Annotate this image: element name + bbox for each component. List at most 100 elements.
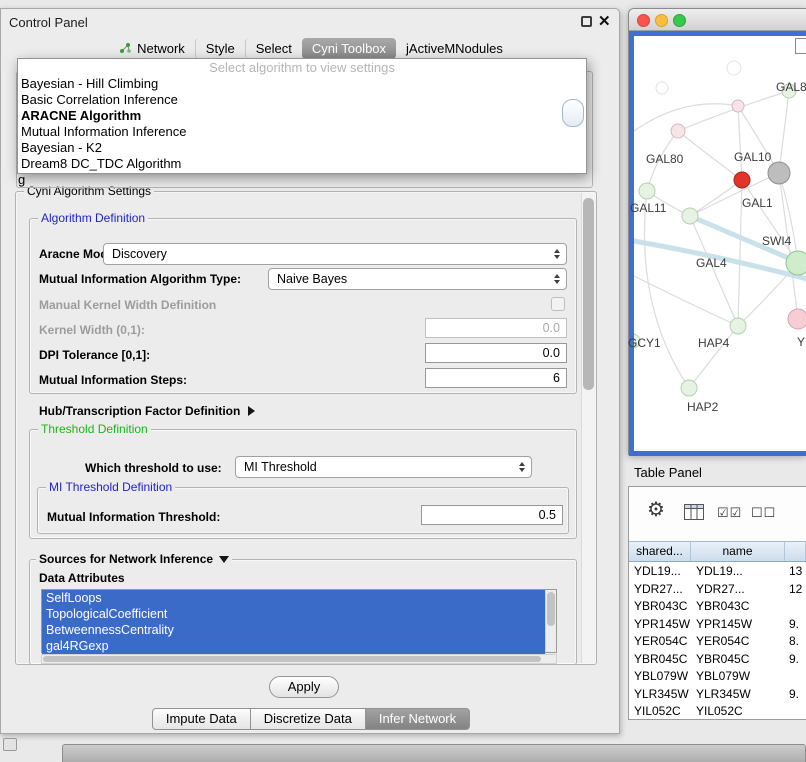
cell-shared: YBR043C (629, 598, 691, 616)
table-row[interactable]: YDR27...YDR27...12 (629, 581, 806, 599)
table-row[interactable]: YER054CYER054C8. (629, 633, 806, 651)
table-panel: ⚙ ☑☑ ☐☐ shared... name YDL19...YDL19...1… (628, 486, 806, 720)
occluded-label-fragment: g (18, 172, 25, 187)
tab-label: Select (256, 41, 292, 56)
network-node-green[interactable] (681, 380, 697, 396)
table-row[interactable]: YIL052CYIL052C (629, 703, 806, 720)
network-node-green[interactable] (786, 251, 806, 275)
table-row[interactable]: YPR145WYPR145W9. (629, 616, 806, 634)
select-all-icon[interactable]: ☑☑ (717, 505, 742, 521)
network-node-red[interactable] (734, 172, 750, 188)
column-header-shared-name[interactable]: shared... (629, 542, 691, 561)
list-item[interactable]: SelfLoops (42, 590, 545, 606)
tab-impute-data[interactable]: Impute Data (152, 708, 251, 730)
apply-button[interactable]: Apply (269, 676, 339, 698)
dropdown-item[interactable]: Dream8 DC_TDC Algorithm (18, 156, 586, 172)
tab-label: Network (137, 41, 185, 56)
table-row[interactable]: YBL079WYBL079W (629, 668, 806, 686)
node-label: GAL11 (630, 201, 666, 215)
combo-arrows-icon (554, 274, 560, 284)
tab-label: Style (206, 41, 235, 56)
close-traffic-light[interactable] (637, 14, 650, 27)
sources-section-toggle[interactable]: Sources for Network Inference (36, 552, 232, 567)
network-window-titlebar[interactable] (629, 9, 806, 31)
table-row[interactable]: YLR345WYLR345W9. (629, 686, 806, 704)
dropdown-item-selected[interactable]: ARACNE Algorithm (18, 108, 586, 124)
columns-icon[interactable] (684, 504, 704, 520)
mi-steps-field[interactable]: 6 (425, 368, 567, 388)
dropdown-item[interactable]: Bayesian - Hill Climbing (18, 76, 586, 92)
node-label: GAL1 (742, 196, 773, 210)
list-item[interactable]: TopologicalCoefficient (42, 606, 545, 622)
deselect-all-icon[interactable]: ☐☐ (751, 505, 776, 521)
network-view-window: GAL8 GAL80 GAL10 GAL11 GAL1 SWI4 GAL4 GC… (628, 8, 806, 455)
dropdown-item[interactable]: Basic Correlation Inference (18, 92, 586, 108)
list-scrollbar-thumb[interactable] (547, 592, 555, 626)
settings-scrollbar-thumb[interactable] (583, 198, 594, 390)
which-threshold-combo[interactable]: MI Threshold (235, 456, 532, 478)
close-window-icon[interactable]: ✕ (598, 12, 611, 30)
cell-shared: YBL079W (629, 668, 691, 686)
network-node[interactable] (656, 82, 668, 94)
cell-shared: YBR045C (629, 651, 691, 669)
aracne-mode-combo[interactable]: Discovery (103, 243, 567, 265)
cell-value (785, 703, 806, 720)
dpi-tolerance-field[interactable]: 0.0 (425, 343, 567, 363)
network-node-pink[interactable] (671, 124, 685, 138)
dropdown-item[interactable]: Bayesian - K2 (18, 140, 586, 156)
gear-icon[interactable]: ⚙ (647, 499, 665, 521)
tab-style[interactable]: Style (195, 38, 245, 59)
mi-type-combo[interactable]: Naive Bayes (268, 268, 567, 290)
tab-jactivemodules[interactable]: jActiveMNodules (396, 38, 513, 59)
minimize-traffic-light[interactable] (655, 14, 668, 27)
tab-cyni-toolbox[interactable]: Cyni Toolbox (302, 38, 396, 59)
expanded-arrow-icon (219, 556, 229, 563)
cell-name: YBL079W (691, 668, 785, 686)
popup-scrollbar-thumb[interactable] (562, 99, 584, 127)
list-hscrollbar-track[interactable] (41, 654, 557, 664)
float-window-icon[interactable] (581, 16, 592, 27)
table-header: shared... name (629, 541, 806, 562)
dropdown-item[interactable]: Mutual Information Inference (18, 124, 586, 140)
algorithm-dropdown-popup: Select algorithm to view settings Bayesi… (17, 58, 587, 174)
table-row[interactable]: YBR045CYBR045C9. (629, 651, 806, 669)
tab-infer-network[interactable]: Infer Network (365, 708, 470, 730)
mi-threshold-field[interactable]: 0.5 (421, 505, 563, 525)
minimized-window-icon[interactable] (3, 738, 17, 751)
tab-label: jActiveMNodules (406, 41, 503, 56)
which-threshold-label: Which threshold to use: (85, 461, 222, 475)
network-node-pink[interactable] (732, 100, 744, 112)
zoom-traffic-light[interactable] (673, 14, 686, 27)
tab-select[interactable]: Select (245, 38, 302, 59)
group-title: Algorithm Definition (38, 211, 148, 226)
cell-shared: YIL052C (629, 703, 691, 720)
table-row[interactable]: YBR043CYBR043C (629, 598, 806, 616)
column-header-name[interactable]: name (691, 542, 785, 561)
node-label: HAP4 (698, 336, 729, 350)
cell-name: YER054C (691, 633, 785, 651)
network-node-gray[interactable] (768, 162, 790, 184)
column-header-clipped[interactable] (785, 542, 806, 561)
cell-value: 9. (785, 651, 806, 669)
network-node[interactable] (727, 61, 741, 75)
network-node-green[interactable] (682, 208, 698, 224)
node-label: GAL10 (734, 150, 771, 164)
cell-value (785, 598, 806, 616)
network-node-green[interactable] (639, 183, 655, 199)
mi-type-label: Mutual Information Algorithm Type: (39, 272, 241, 286)
window-title: Control Panel (9, 15, 88, 30)
bottom-tab-bar: Impute Data Discretize Data Infer Networ… (1, 708, 621, 730)
node-label: GCY1 (628, 336, 661, 350)
tab-network[interactable]: Network (109, 38, 195, 59)
network-node-green[interactable] (730, 318, 746, 334)
list-hscrollbar-thumb[interactable] (43, 656, 541, 662)
list-item[interactable]: BetweennessCentrality (42, 622, 545, 638)
table-body: YDL19...YDL19...13 YDR27...YDR27...12 YB… (629, 563, 806, 720)
table-row[interactable]: YDL19...YDL19...13 (629, 563, 806, 581)
network-node-pink[interactable] (788, 309, 806, 329)
tab-discretize-data[interactable]: Discretize Data (250, 708, 366, 730)
cell-value: 9. (785, 616, 806, 634)
hub-section-toggle[interactable]: Hub/Transcription Factor Definition (39, 404, 255, 418)
view-corner-button[interactable] (795, 38, 806, 54)
list-item[interactable]: gal4RGexp (42, 638, 545, 654)
